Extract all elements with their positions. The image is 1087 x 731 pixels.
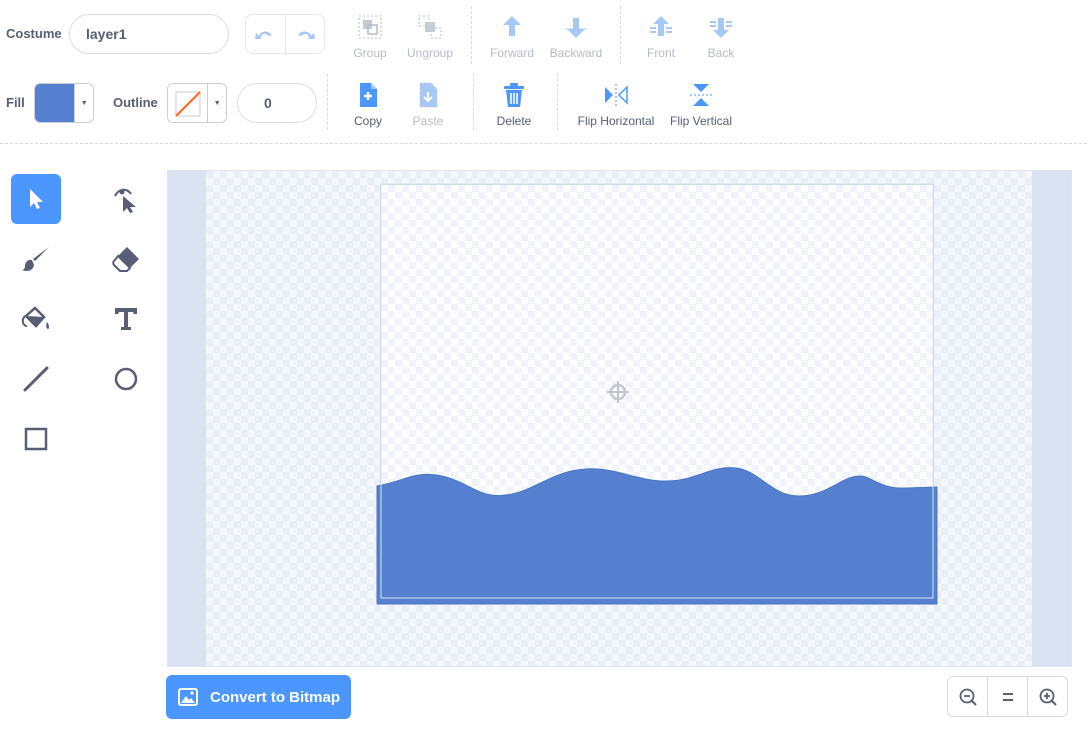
fill-caret-icon: ▼ bbox=[74, 84, 93, 122]
outline-width-input[interactable] bbox=[237, 83, 317, 123]
paste-button[interactable]: Paste bbox=[408, 80, 448, 128]
group-icon bbox=[355, 12, 385, 42]
backward-label: Backward bbox=[549, 46, 603, 60]
flip-vertical-icon bbox=[686, 80, 716, 110]
paint-bucket-icon bbox=[21, 306, 49, 329]
front-icon bbox=[646, 12, 676, 42]
flip-vertical-label: Flip Vertical bbox=[669, 114, 733, 128]
arrow-pointer-icon bbox=[30, 189, 43, 209]
rectangle-icon bbox=[24, 427, 48, 451]
equals-icon bbox=[1002, 692, 1013, 701]
reshape-icon bbox=[114, 188, 136, 213]
brush-tool[interactable] bbox=[11, 234, 61, 284]
paste-label: Paste bbox=[412, 114, 444, 128]
ungroup-button[interactable]: Ungroup bbox=[405, 12, 455, 60]
back-button[interactable]: Back bbox=[705, 12, 737, 60]
forward-button[interactable]: Forward bbox=[488, 12, 536, 60]
convert-label: Convert to Bitmap bbox=[210, 688, 341, 706]
fill-label: Fill bbox=[6, 95, 25, 110]
canvas-background bbox=[206, 171, 1032, 667]
forward-icon bbox=[497, 12, 527, 42]
front-button[interactable]: Front bbox=[645, 12, 677, 60]
select-tool[interactable] bbox=[11, 174, 61, 224]
flip-horizontal-icon bbox=[601, 80, 631, 110]
flip-vertical-button[interactable]: Flip Vertical bbox=[668, 80, 734, 128]
paste-icon bbox=[413, 80, 443, 110]
back-label: Back bbox=[707, 46, 735, 60]
text-tool[interactable] bbox=[101, 294, 151, 344]
water-wave-shape[interactable] bbox=[206, 171, 1032, 667]
zoom-in-icon bbox=[1039, 688, 1057, 706]
circle-icon bbox=[114, 367, 138, 391]
zoom-in-button[interactable] bbox=[1027, 677, 1067, 716]
line-tool[interactable] bbox=[11, 354, 61, 404]
copy-label: Copy bbox=[353, 114, 382, 128]
rectangle-tool[interactable] bbox=[11, 414, 61, 464]
eraser-icon bbox=[112, 247, 139, 272]
paint-canvas[interactable] bbox=[167, 170, 1072, 667]
eraser-tool[interactable] bbox=[101, 234, 151, 284]
trash-icon bbox=[499, 80, 529, 110]
fill-swatch bbox=[35, 84, 75, 122]
convert-to-bitmap-button[interactable]: Convert to Bitmap bbox=[166, 675, 351, 719]
brush-icon bbox=[22, 247, 49, 271]
circle-tool[interactable] bbox=[101, 354, 151, 404]
zoom-out-icon bbox=[959, 688, 977, 706]
ungroup-icon bbox=[415, 12, 445, 42]
fill-tool[interactable] bbox=[11, 294, 61, 344]
undo-icon bbox=[255, 31, 273, 39]
back-icon bbox=[706, 12, 736, 42]
outline-caret-icon: ▼ bbox=[207, 84, 226, 122]
text-icon bbox=[115, 308, 137, 330]
zoom-out-button[interactable] bbox=[948, 677, 987, 716]
group-label: Group bbox=[353, 46, 387, 60]
ungroup-label: Ungroup bbox=[406, 46, 454, 60]
outline-none-swatch bbox=[168, 84, 208, 122]
fill-color-picker[interactable]: ▼ bbox=[34, 83, 94, 123]
group-button[interactable]: Group bbox=[349, 12, 391, 60]
redo-button[interactable] bbox=[284, 15, 325, 53]
forward-label: Forward bbox=[489, 46, 534, 60]
crosshair-icon bbox=[607, 381, 629, 403]
flip-horizontal-button[interactable]: Flip Horizontal bbox=[574, 80, 658, 128]
delete-button[interactable]: Delete bbox=[492, 80, 536, 128]
redo-icon bbox=[297, 31, 315, 39]
backward-button[interactable]: Backward bbox=[548, 12, 604, 60]
costume-label: Costume bbox=[6, 26, 62, 41]
delete-label: Delete bbox=[496, 114, 532, 128]
zoom-controls bbox=[947, 676, 1068, 717]
undo-button[interactable] bbox=[246, 15, 285, 53]
outline-color-picker[interactable]: ▼ bbox=[167, 83, 227, 123]
reshape-tool[interactable] bbox=[101, 174, 151, 224]
outline-label: Outline bbox=[113, 95, 158, 110]
front-label: Front bbox=[646, 46, 675, 60]
line-icon bbox=[23, 366, 49, 392]
zoom-reset-button[interactable] bbox=[987, 677, 1027, 716]
costume-name-input[interactable] bbox=[69, 14, 229, 54]
copy-button[interactable]: Copy bbox=[350, 80, 386, 128]
backward-icon bbox=[561, 12, 591, 42]
flip-horizontal-label: Flip Horizontal bbox=[577, 114, 655, 128]
image-icon bbox=[178, 688, 198, 706]
undo-redo-group bbox=[245, 14, 325, 54]
copy-icon bbox=[353, 80, 383, 110]
